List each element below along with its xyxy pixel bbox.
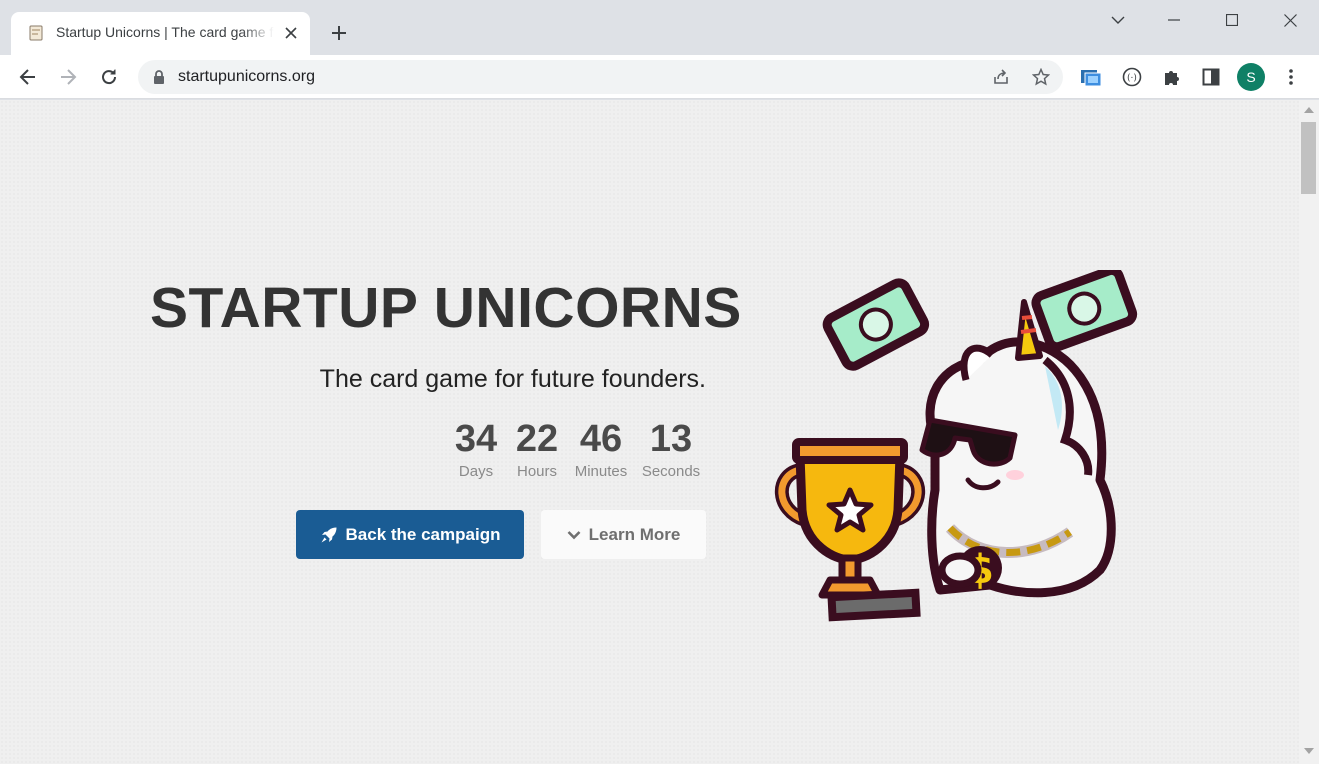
page-content: STARTUP UNICORNS The card game for futur… xyxy=(0,100,1299,764)
rocket-icon xyxy=(321,527,337,542)
lock-icon[interactable] xyxy=(151,69,167,85)
countdown-label: Seconds xyxy=(641,463,701,480)
countdown-value: 13 xyxy=(649,418,693,460)
side-panel-icon[interactable] xyxy=(1197,63,1225,91)
scroll-down-icon[interactable] xyxy=(1304,748,1314,754)
profile-avatar[interactable]: S xyxy=(1237,63,1265,91)
maximize-icon[interactable] xyxy=(1220,8,1244,32)
close-tab-icon[interactable] xyxy=(281,23,301,43)
browser-tab[interactable]: Startup Unicorns | The card game for fut… xyxy=(11,12,310,55)
money-bill-icon xyxy=(1031,270,1138,352)
back-icon[interactable] xyxy=(14,63,42,91)
close-window-icon[interactable] xyxy=(1278,8,1302,32)
extension-circle-icon[interactable]: (·) xyxy=(1118,63,1146,91)
scrollbar-thumb[interactable] xyxy=(1301,122,1316,194)
countdown-value: 22 xyxy=(515,418,559,460)
reload-icon[interactable] xyxy=(95,63,123,91)
countdown-hours: 22 Hours xyxy=(510,418,564,480)
tab-strip: Startup Unicorns | The card game for fut… xyxy=(0,0,1319,55)
back-campaign-label: Back the campaign xyxy=(345,524,501,544)
countdown-seconds: 13 Seconds xyxy=(639,418,703,480)
countdown-value: 46 xyxy=(579,418,623,460)
new-tab-icon[interactable] xyxy=(326,20,352,46)
hero-title: STARTUP UNICORNS xyxy=(150,276,742,340)
url-text[interactable]: startupunicorns.org xyxy=(178,68,315,86)
money-bill-icon xyxy=(822,278,930,371)
back-campaign-button[interactable]: Back the campaign xyxy=(296,510,524,559)
browser-toolbar: startupunicorns.org (·) S xyxy=(0,55,1319,99)
forward-icon[interactable] xyxy=(54,63,82,91)
scroll-up-icon[interactable] xyxy=(1304,107,1314,113)
screenshot-extension-icon[interactable] xyxy=(1077,63,1105,91)
share-icon[interactable] xyxy=(989,65,1013,89)
chevron-down-icon xyxy=(567,530,581,539)
countdown-label: Hours xyxy=(516,463,557,480)
countdown-label: Minutes xyxy=(574,463,628,480)
favicon-icon xyxy=(29,25,43,41)
svg-text:(·): (·) xyxy=(1127,74,1137,84)
bookmark-star-icon[interactable] xyxy=(1029,65,1053,89)
unicorn-trophy-illustration: $ xyxy=(774,270,1138,622)
minimize-icon[interactable] xyxy=(1162,8,1186,32)
page-scrollbar[interactable] xyxy=(1299,100,1319,764)
tab-title: Startup Unicorns | The card game for fut… xyxy=(56,24,274,40)
countdown-value: 34 xyxy=(454,418,498,460)
learn-more-button[interactable]: Learn More xyxy=(541,510,706,559)
tab-search-chevron-icon[interactable] xyxy=(1106,8,1130,32)
extensions-puzzle-icon[interactable] xyxy=(1158,63,1186,91)
countdown-label: Days xyxy=(458,463,494,480)
learn-more-label: Learn More xyxy=(588,524,681,544)
menu-kebab-icon[interactable] xyxy=(1277,63,1305,91)
countdown-days: 34 Days xyxy=(448,418,504,480)
address-bar[interactable]: startupunicorns.org xyxy=(138,60,1063,94)
hero-subtitle: The card game for future founders. xyxy=(319,365,706,393)
countdown-minutes: 46 Minutes xyxy=(571,418,631,480)
trophy-icon xyxy=(774,438,926,622)
